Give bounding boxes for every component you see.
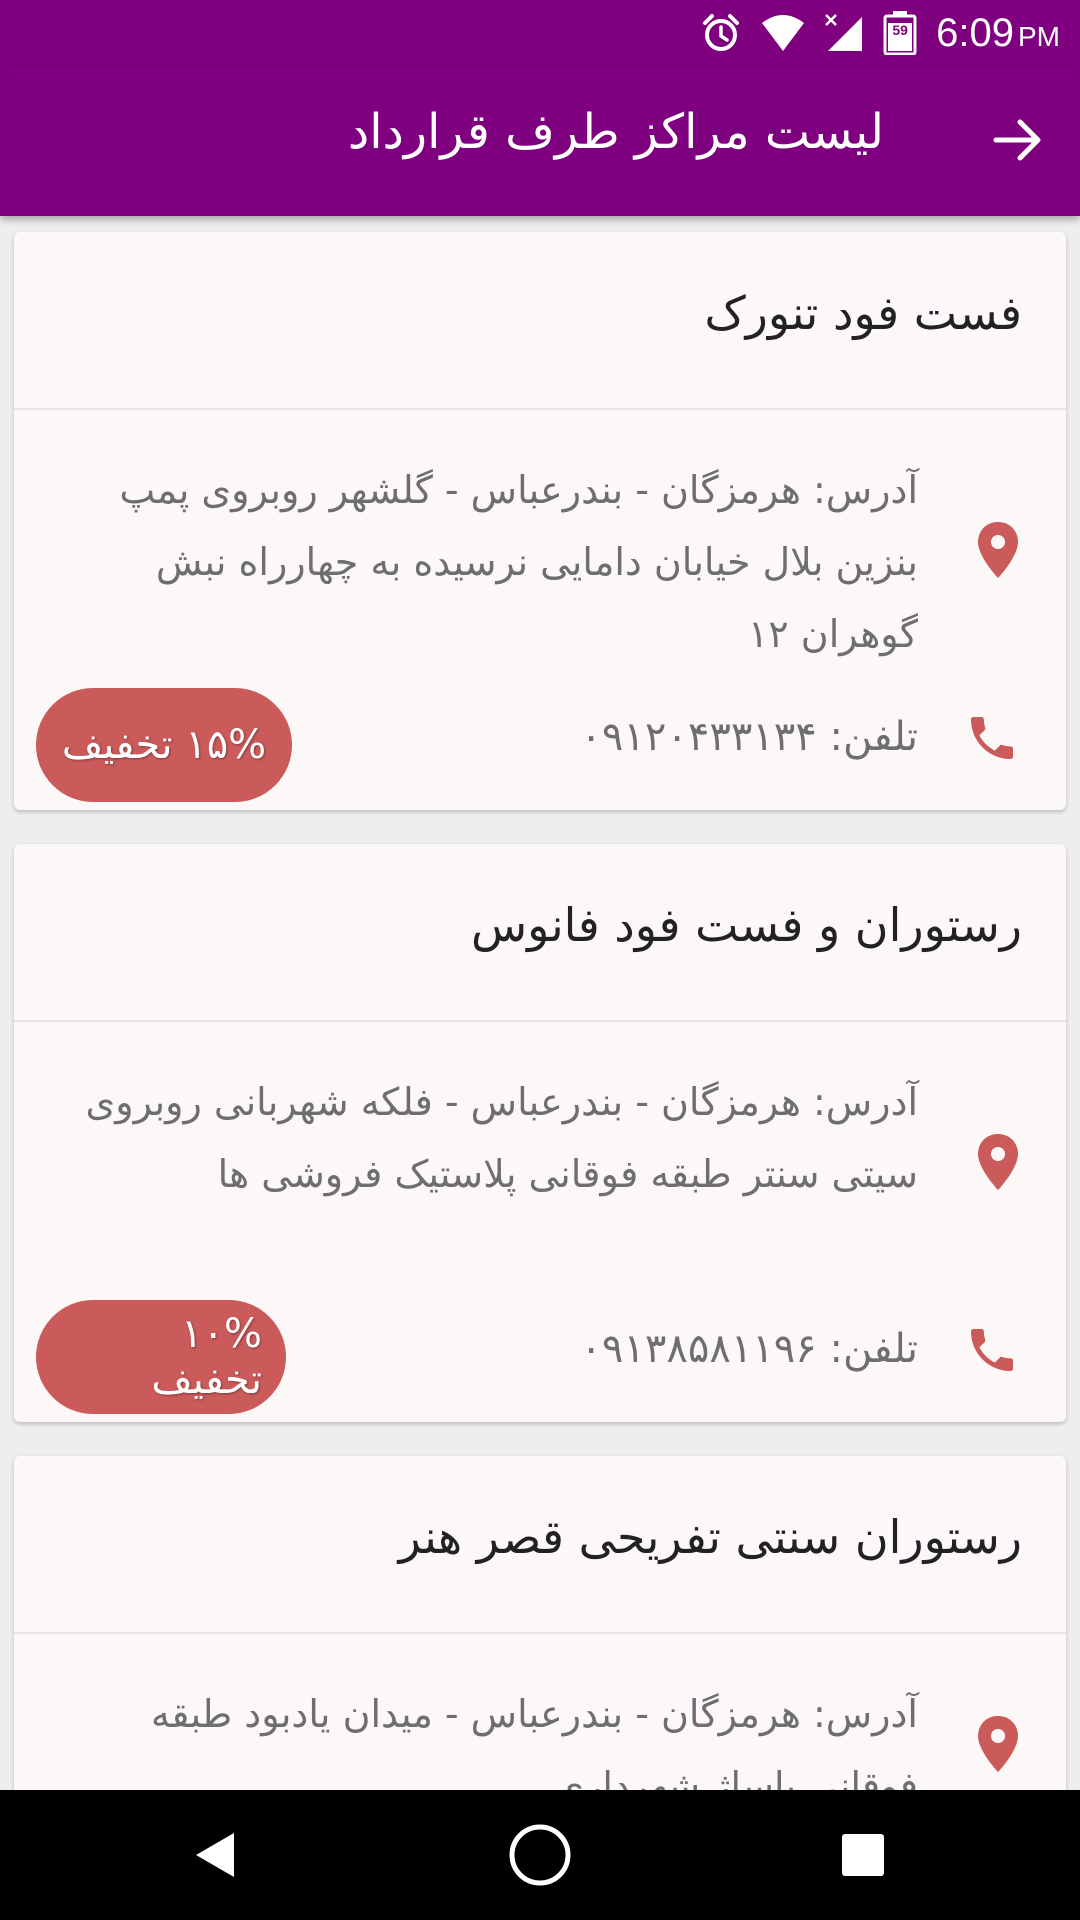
center-card[interactable]: فست فود تنورک آدرس: هرمزگان - بندرعباس -…	[14, 232, 1066, 810]
status-ampm: PM	[1018, 20, 1060, 52]
battery-icon: 59	[882, 11, 918, 55]
arrow-right-icon	[993, 119, 1041, 161]
card-divider	[14, 408, 1066, 410]
status-bar: 59 6:09 PM	[0, 0, 1080, 66]
card-divider	[14, 1020, 1066, 1022]
center-address: آدرس: هرمزگان - بندرعباس - فلکه شهربانی …	[85, 1080, 918, 1196]
discount-badge: ۱۰% تخفیف	[36, 1300, 286, 1414]
app-bar: لیست مراکز طرف قرارداد	[0, 66, 1080, 216]
discount-badge: ۱۵% تخفیف	[36, 688, 292, 802]
center-card[interactable]: رستوران سنتی تفریحی قصر هنر آدرس: هرمزگا…	[14, 1456, 1066, 1790]
status-time: 6:09	[936, 10, 1014, 55]
location-pin-icon	[978, 1134, 1018, 1190]
center-address: آدرس: هرمزگان - بندرعباس - میدان یادبود …	[150, 1692, 918, 1790]
nav-home-button[interactable]	[500, 1815, 580, 1895]
center-name: فست فود تنورک	[704, 286, 1022, 340]
nav-recents-button[interactable]	[823, 1815, 903, 1895]
back-triangle-icon	[196, 1833, 234, 1877]
card-divider	[14, 1632, 1066, 1634]
battery-level: 59	[888, 23, 913, 37]
location-pin-icon	[978, 522, 1018, 578]
nav-back-button[interactable]	[176, 1815, 256, 1895]
alarm-icon	[700, 12, 742, 54]
page-title: لیست مراکز طرف قرارداد	[347, 104, 884, 160]
back-button[interactable]	[982, 104, 1054, 176]
centers-list[interactable]: فست فود تنورک آدرس: هرمزگان - بندرعباس -…	[0, 216, 1080, 1790]
phone-icon[interactable]	[964, 710, 1020, 766]
center-card[interactable]: رستوران و فست فود فانوس آدرس: هرمزگان - …	[14, 844, 1066, 1422]
center-name: رستوران سنتی تفریحی قصر هنر	[398, 1510, 1022, 1564]
center-address: آدرس: هرمزگان - بندرعباس - گلشهر روبروی …	[119, 468, 918, 656]
center-phone[interactable]: تلفن: ۰۹۱۲۰۴۳۳۱۳۴	[218, 714, 918, 760]
phone-icon[interactable]	[964, 1322, 1020, 1378]
status-clock: 6:09 PM	[936, 11, 1060, 56]
center-phone[interactable]: تلفن: ۰۹۱۳۸۵۸۱۱۹۶	[218, 1326, 918, 1372]
wifi-icon	[760, 13, 806, 53]
recents-square-icon	[842, 1834, 884, 1876]
home-circle-icon	[509, 1824, 571, 1886]
center-name: رستوران و فست فود فانوس	[470, 898, 1022, 952]
signal-icon	[824, 13, 864, 53]
navigation-bar	[0, 1790, 1080, 1920]
location-pin-icon	[978, 1716, 1018, 1772]
